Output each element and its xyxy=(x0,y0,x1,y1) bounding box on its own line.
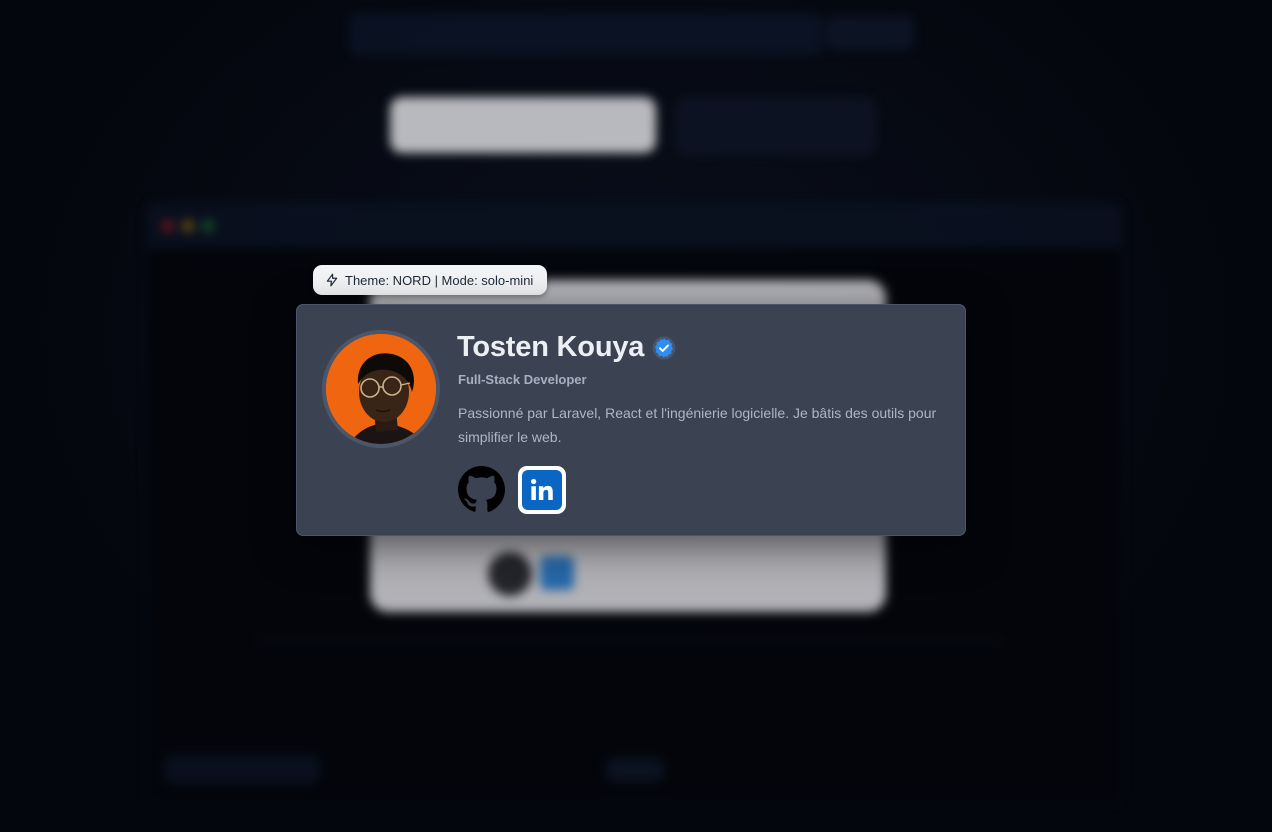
theme-mode-text: Theme: NORD | Mode: solo-mini xyxy=(345,272,534,288)
social-links xyxy=(457,465,566,514)
profile-role: Full-Stack Developer xyxy=(458,372,587,387)
verified-badge-icon xyxy=(652,336,676,359)
avatar xyxy=(326,334,436,444)
window-dot-green xyxy=(202,220,214,232)
version-button-blurred xyxy=(390,97,656,153)
window-dot-yellow xyxy=(182,220,194,232)
preview-window-titlebar-blurred xyxy=(146,202,1120,248)
profile-card: Tosten Kouya Full-Stack Developer Passio… xyxy=(296,304,966,536)
github-icon-blurred xyxy=(488,552,532,596)
linkedin-icon[interactable] xyxy=(518,465,566,514)
name-row: Tosten Kouya xyxy=(457,331,676,364)
github-icon[interactable] xyxy=(457,465,506,514)
linkedin-icon-inner xyxy=(522,469,562,510)
bolt-icon xyxy=(326,273,338,287)
app-stage: Theme: NORD | Mode: solo-mini Tosten Kou… xyxy=(0,0,1272,832)
profile-name: Tosten Kouya xyxy=(457,331,645,363)
avatar-ring xyxy=(322,330,440,448)
star-button-blurred xyxy=(676,97,876,155)
divider-blurred xyxy=(254,640,1004,641)
footer-button-blurred xyxy=(164,754,320,784)
window-dot-red xyxy=(162,220,174,232)
profile-bio: Passionné par Laravel, React et l'ingéni… xyxy=(458,405,937,445)
theme-mode-badge: Theme: NORD | Mode: solo-mini xyxy=(313,265,548,295)
linkedin-glyph xyxy=(531,478,553,500)
linkedin-icon-blurred xyxy=(540,556,574,590)
footer-pill-blurred xyxy=(606,758,664,782)
url-input-blurred xyxy=(350,14,822,54)
url-submit-button-blurred xyxy=(826,16,914,50)
